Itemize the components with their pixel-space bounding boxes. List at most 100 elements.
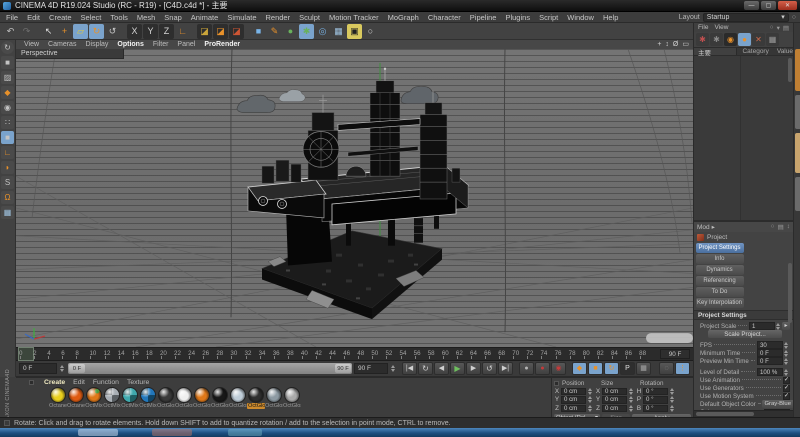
menu-script[interactable]: Script — [539, 13, 558, 22]
scrollbar-thumb[interactable] — [696, 412, 754, 416]
loop-icon[interactable]: ↺ — [482, 362, 497, 375]
pan-icon[interactable]: + — [657, 41, 661, 48]
next-frame-icon[interactable]: ▶ — [466, 362, 481, 375]
ruler-tick-50[interactable]: 50 — [371, 348, 385, 360]
attribute-object-row[interactable]: Project — [694, 232, 793, 242]
ruler-tick-58[interactable]: 58 — [428, 348, 442, 360]
position-x-spinner[interactable] — [588, 388, 594, 395]
rotation-h-field[interactable]: 0 ° — [643, 388, 668, 396]
ruler-tick-20[interactable]: 20 — [160, 348, 174, 360]
material-item[interactable]: OctGlos — [283, 387, 301, 409]
maximize-button[interactable]: ▢ — [761, 1, 776, 10]
rotate-view-icon[interactable]: Ø — [673, 41, 678, 48]
dock-tab[interactable] — [795, 95, 800, 129]
dock-tab[interactable] — [795, 177, 800, 211]
material-item[interactable]: OctMix — [85, 387, 103, 409]
lock-y-axis-icon[interactable]: Y — [143, 24, 158, 39]
timeline-options-icon[interactable]: ⋮ — [675, 362, 690, 375]
attribute-mode-menu[interactable]: Mod — [697, 224, 710, 231]
dropdown-gray-blue[interactable]: Gray-Blue — [762, 400, 793, 408]
spin-down-icon[interactable] — [629, 392, 633, 395]
quantize-icon[interactable]: ▦ — [1, 206, 14, 219]
ruler-tick-28[interactable]: 28 — [216, 348, 230, 360]
menu-character[interactable]: Character — [428, 13, 461, 22]
ruler-tick-6[interactable]: 6 — [61, 348, 75, 360]
end-frame-field[interactable]: 90 F — [354, 363, 388, 374]
menu-tools[interactable]: Tools — [110, 13, 128, 22]
mograph-icon[interactable]: ✱ — [299, 24, 314, 39]
keyframe-selection-icon[interactable]: ◉ — [551, 362, 566, 375]
vp-menu-view[interactable]: View — [24, 41, 39, 48]
ruler-tick-26[interactable]: 26 — [202, 348, 216, 360]
render-settings-icon[interactable]: ◪ — [229, 24, 244, 39]
ruler-tick-4[interactable]: 4 — [47, 348, 61, 360]
material-thumbnail[interactable] — [248, 387, 264, 403]
light-icon[interactable]: ○ — [363, 24, 378, 39]
octane-live-viewer-icon[interactable]: ● — [738, 33, 751, 46]
scale-icon[interactable]: ▱ — [73, 24, 88, 39]
key-rotation-icon[interactable]: ↻ — [604, 362, 619, 375]
size-x-spinner[interactable] — [629, 388, 635, 395]
timeline-ruler[interactable]: 0246810121416182022242628303234363840424… — [16, 347, 693, 361]
ruler-tick-8[interactable]: 8 — [75, 348, 89, 360]
dock-tab[interactable] — [795, 133, 800, 173]
current-frame-field[interactable]: 0 F — [19, 363, 57, 374]
material-thumbnail[interactable] — [158, 387, 174, 403]
view-label-tab[interactable]: Perspective — [16, 49, 124, 59]
attribute-hscrollbar[interactable] — [694, 410, 793, 417]
lock-x-axis-icon[interactable]: X — [127, 24, 142, 39]
material-item[interactable]: OctMix — [139, 387, 157, 409]
spin-up-icon[interactable] — [588, 405, 592, 408]
spin-down-icon[interactable] — [588, 409, 592, 412]
ruler-tick-38[interactable]: 38 — [287, 348, 301, 360]
spin-down-icon[interactable] — [670, 392, 674, 395]
size-z-field[interactable]: 0 cm — [602, 405, 627, 413]
spin-up-icon[interactable] — [784, 369, 788, 372]
go-to-start-icon[interactable]: |◀ — [402, 362, 417, 375]
search-icon[interactable]: ○ — [792, 14, 796, 21]
ruler-tick-18[interactable]: 18 — [146, 348, 160, 360]
redo-icon[interactable]: ↷ — [19, 24, 34, 39]
octane-textures-icon[interactable]: ✱ — [710, 33, 723, 46]
deformer-icon[interactable]: ◎ — [315, 24, 330, 39]
vp-menu-prorender[interactable]: ProRender — [204, 41, 240, 48]
spin-up-icon[interactable] — [670, 405, 674, 408]
ruler-tick-2[interactable]: 2 — [33, 348, 47, 360]
material-thumbnail[interactable] — [266, 387, 282, 403]
menu-simulate[interactable]: Simulate — [227, 13, 256, 22]
spin-down-icon[interactable] — [629, 409, 633, 412]
position-y-field[interactable]: 0 cm — [561, 396, 586, 404]
material-item[interactable]: Octane — [67, 387, 85, 409]
move-icon[interactable]: + — [57, 24, 72, 39]
ruler-tick-22[interactable]: 22 — [174, 348, 188, 360]
ruler-tick-0[interactable]: 0 — [19, 348, 33, 360]
material-thumbnail[interactable] — [68, 387, 84, 403]
attr-spinner[interactable] — [784, 368, 790, 377]
key-parameter-icon[interactable]: P — [620, 362, 635, 375]
vp-menu-filter[interactable]: Filter — [153, 41, 169, 48]
ruler-tick-12[interactable]: 12 — [104, 348, 118, 360]
spin-up-icon[interactable] — [629, 405, 633, 408]
octane-materials-icon[interactable]: ✱ — [696, 33, 709, 46]
vp-menu-panel[interactable]: Panel — [177, 41, 195, 48]
rotation-b-field[interactable]: 0 ° — [643, 405, 668, 413]
rotation-h-spinner[interactable] — [670, 388, 676, 395]
viewport-canvas[interactable]: Perspective — [16, 49, 693, 347]
ruler-tick-76[interactable]: 76 — [555, 348, 569, 360]
last-tool-icon[interactable]: ↺ — [105, 24, 120, 39]
range-start-grip[interactable]: 0 F — [69, 364, 85, 373]
menu-file[interactable]: File — [6, 13, 18, 22]
rotate-icon[interactable]: ↻ — [89, 24, 104, 39]
ruler-tick-48[interactable]: 48 — [357, 348, 371, 360]
lock-z-axis-icon[interactable]: Z — [159, 24, 174, 39]
points-mode-icon[interactable]: ∷ — [1, 116, 14, 129]
attribute-tab-to-do[interactable]: To Do — [696, 287, 744, 297]
ruler-tick-56[interactable]: 56 — [414, 348, 428, 360]
attr-spinner[interactable] — [784, 357, 790, 366]
texture-mode-icon[interactable]: ▨ — [1, 71, 14, 84]
layout-select[interactable]: Startup ▾ — [703, 13, 789, 22]
menu-help[interactable]: Help — [603, 13, 618, 22]
taskbar-item[interactable] — [152, 429, 192, 436]
render-view-icon[interactable]: ◪ — [197, 24, 212, 39]
vp-menu-cameras[interactable]: Cameras — [48, 41, 76, 48]
